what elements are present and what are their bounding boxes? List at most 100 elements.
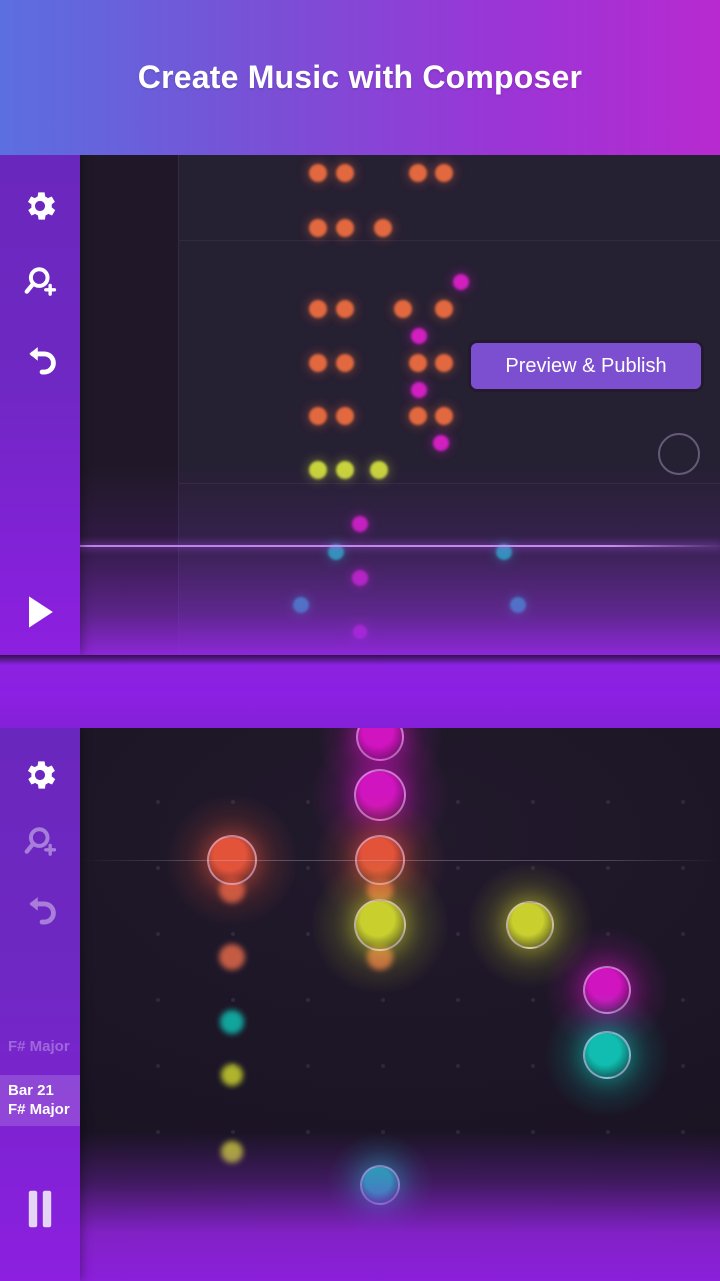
grid-tick	[456, 800, 460, 804]
grid-divider	[178, 483, 720, 484]
grid-divider	[178, 240, 720, 241]
magnifier-plus-icon[interactable]	[0, 823, 80, 863]
note-dot[interactable]	[409, 407, 427, 425]
note-dot[interactable]	[336, 461, 354, 479]
composer-overview-panel: Preview & Publish	[0, 155, 720, 655]
note-trail-dot	[221, 1064, 243, 1086]
note-dot[interactable]	[374, 219, 392, 237]
note-dot[interactable]	[309, 300, 327, 318]
app-screenshot: Create Music with Composer Preview & Pub…	[0, 0, 720, 1281]
loop-handle-icon[interactable]	[658, 433, 700, 475]
bottom-glow-overlay	[0, 1131, 720, 1281]
grid-tick	[156, 1064, 160, 1068]
grid-tick	[456, 1064, 460, 1068]
note-dot[interactable]	[435, 354, 453, 372]
note-dot[interactable]	[435, 300, 453, 318]
grid-tick	[606, 800, 610, 804]
grid-tick	[531, 866, 535, 870]
undo-arrow-icon[interactable]	[0, 891, 80, 933]
grid-tick	[531, 998, 535, 1002]
note-dot[interactable]	[309, 354, 327, 372]
note-dot[interactable]	[336, 354, 354, 372]
note-dot[interactable]	[336, 164, 354, 182]
page-title: Create Music with Composer	[137, 59, 583, 95]
note-dot[interactable]	[309, 164, 327, 182]
grid-tick	[306, 866, 310, 870]
grid-tick	[456, 932, 460, 936]
grid-tick	[231, 800, 235, 804]
grid-tick	[681, 800, 685, 804]
grid-tick	[231, 998, 235, 1002]
grid-tick	[681, 1064, 685, 1068]
note-trail-dot	[219, 944, 245, 970]
note-bubble[interactable]	[354, 899, 406, 951]
bar-key-signature: F# Major	[8, 1101, 70, 1118]
grid-tick	[306, 800, 310, 804]
note-dot[interactable]	[336, 407, 354, 425]
grid-tick	[231, 932, 235, 936]
note-grid[interactable]	[178, 155, 720, 655]
note-trail-dot	[220, 1010, 244, 1034]
bar-indicator: Bar 21 F# Major	[0, 1075, 80, 1126]
bottom-toolbar-sidebar	[0, 728, 80, 1281]
pause-bars-icon[interactable]	[0, 1188, 80, 1230]
grid-left-edge	[178, 155, 179, 655]
grid-tick	[381, 998, 385, 1002]
magnifier-plus-icon[interactable]	[0, 263, 80, 303]
note-dot[interactable]	[510, 597, 526, 613]
composer-performance-panel: #FF#5G#A#BC#D#F	[0, 728, 720, 1281]
note-dot[interactable]	[309, 461, 327, 479]
note-bubble[interactable]	[583, 966, 631, 1014]
grid-tick	[306, 998, 310, 1002]
gear-icon[interactable]	[0, 187, 80, 225]
gear-icon[interactable]	[0, 756, 80, 794]
grid-tick	[156, 800, 160, 804]
grid-tick	[456, 998, 460, 1002]
grid-tick	[606, 866, 610, 870]
note-dot[interactable]	[309, 407, 327, 425]
note-dot[interactable]	[336, 219, 354, 237]
grid-tick	[681, 932, 685, 936]
note-dot[interactable]	[352, 570, 368, 586]
note-dot[interactable]	[453, 274, 469, 290]
note-dot[interactable]	[409, 164, 427, 182]
playhead-line	[80, 860, 720, 861]
note-dot[interactable]	[409, 354, 427, 372]
note-dot[interactable]	[370, 461, 388, 479]
promo-banner: Create Music with Composer	[0, 0, 720, 155]
preview-publish-button[interactable]: Preview & Publish	[468, 340, 704, 392]
grid-tick	[381, 1064, 385, 1068]
grid-tick	[606, 932, 610, 936]
note-dot[interactable]	[309, 219, 327, 237]
top-toolbar-sidebar	[0, 155, 80, 655]
note-dot[interactable]	[435, 164, 453, 182]
preview-publish-label: Preview & Publish	[505, 354, 667, 377]
grid-tick	[531, 800, 535, 804]
grid-tick	[156, 998, 160, 1002]
note-dot[interactable]	[411, 382, 427, 398]
note-dot[interactable]	[435, 407, 453, 425]
note-bubble[interactable]	[354, 769, 406, 821]
bar-number: Bar 21	[8, 1082, 54, 1099]
grid-tick	[531, 1064, 535, 1068]
note-dot[interactable]	[293, 597, 309, 613]
play-triangle-icon[interactable]	[0, 590, 80, 634]
panel-separator-band	[0, 655, 720, 728]
note-bubble[interactable]	[583, 1031, 631, 1079]
grid-tick	[156, 932, 160, 936]
grid-tick	[156, 866, 160, 870]
key-signature-ghost-label: F# Major	[8, 1038, 70, 1055]
undo-arrow-icon[interactable]	[0, 341, 80, 383]
track-header-column	[80, 155, 178, 655]
note-dot[interactable]	[352, 516, 368, 532]
note-dot[interactable]	[411, 328, 427, 344]
note-bubble[interactable]	[506, 901, 554, 949]
grid-tick	[681, 866, 685, 870]
grid-tick	[306, 1064, 310, 1068]
grid-tick	[306, 932, 310, 936]
note-dot[interactable]	[394, 300, 412, 318]
note-dot[interactable]	[433, 435, 449, 451]
note-dot[interactable]	[336, 300, 354, 318]
grid-tick	[456, 866, 460, 870]
note-dot[interactable]	[353, 625, 367, 639]
